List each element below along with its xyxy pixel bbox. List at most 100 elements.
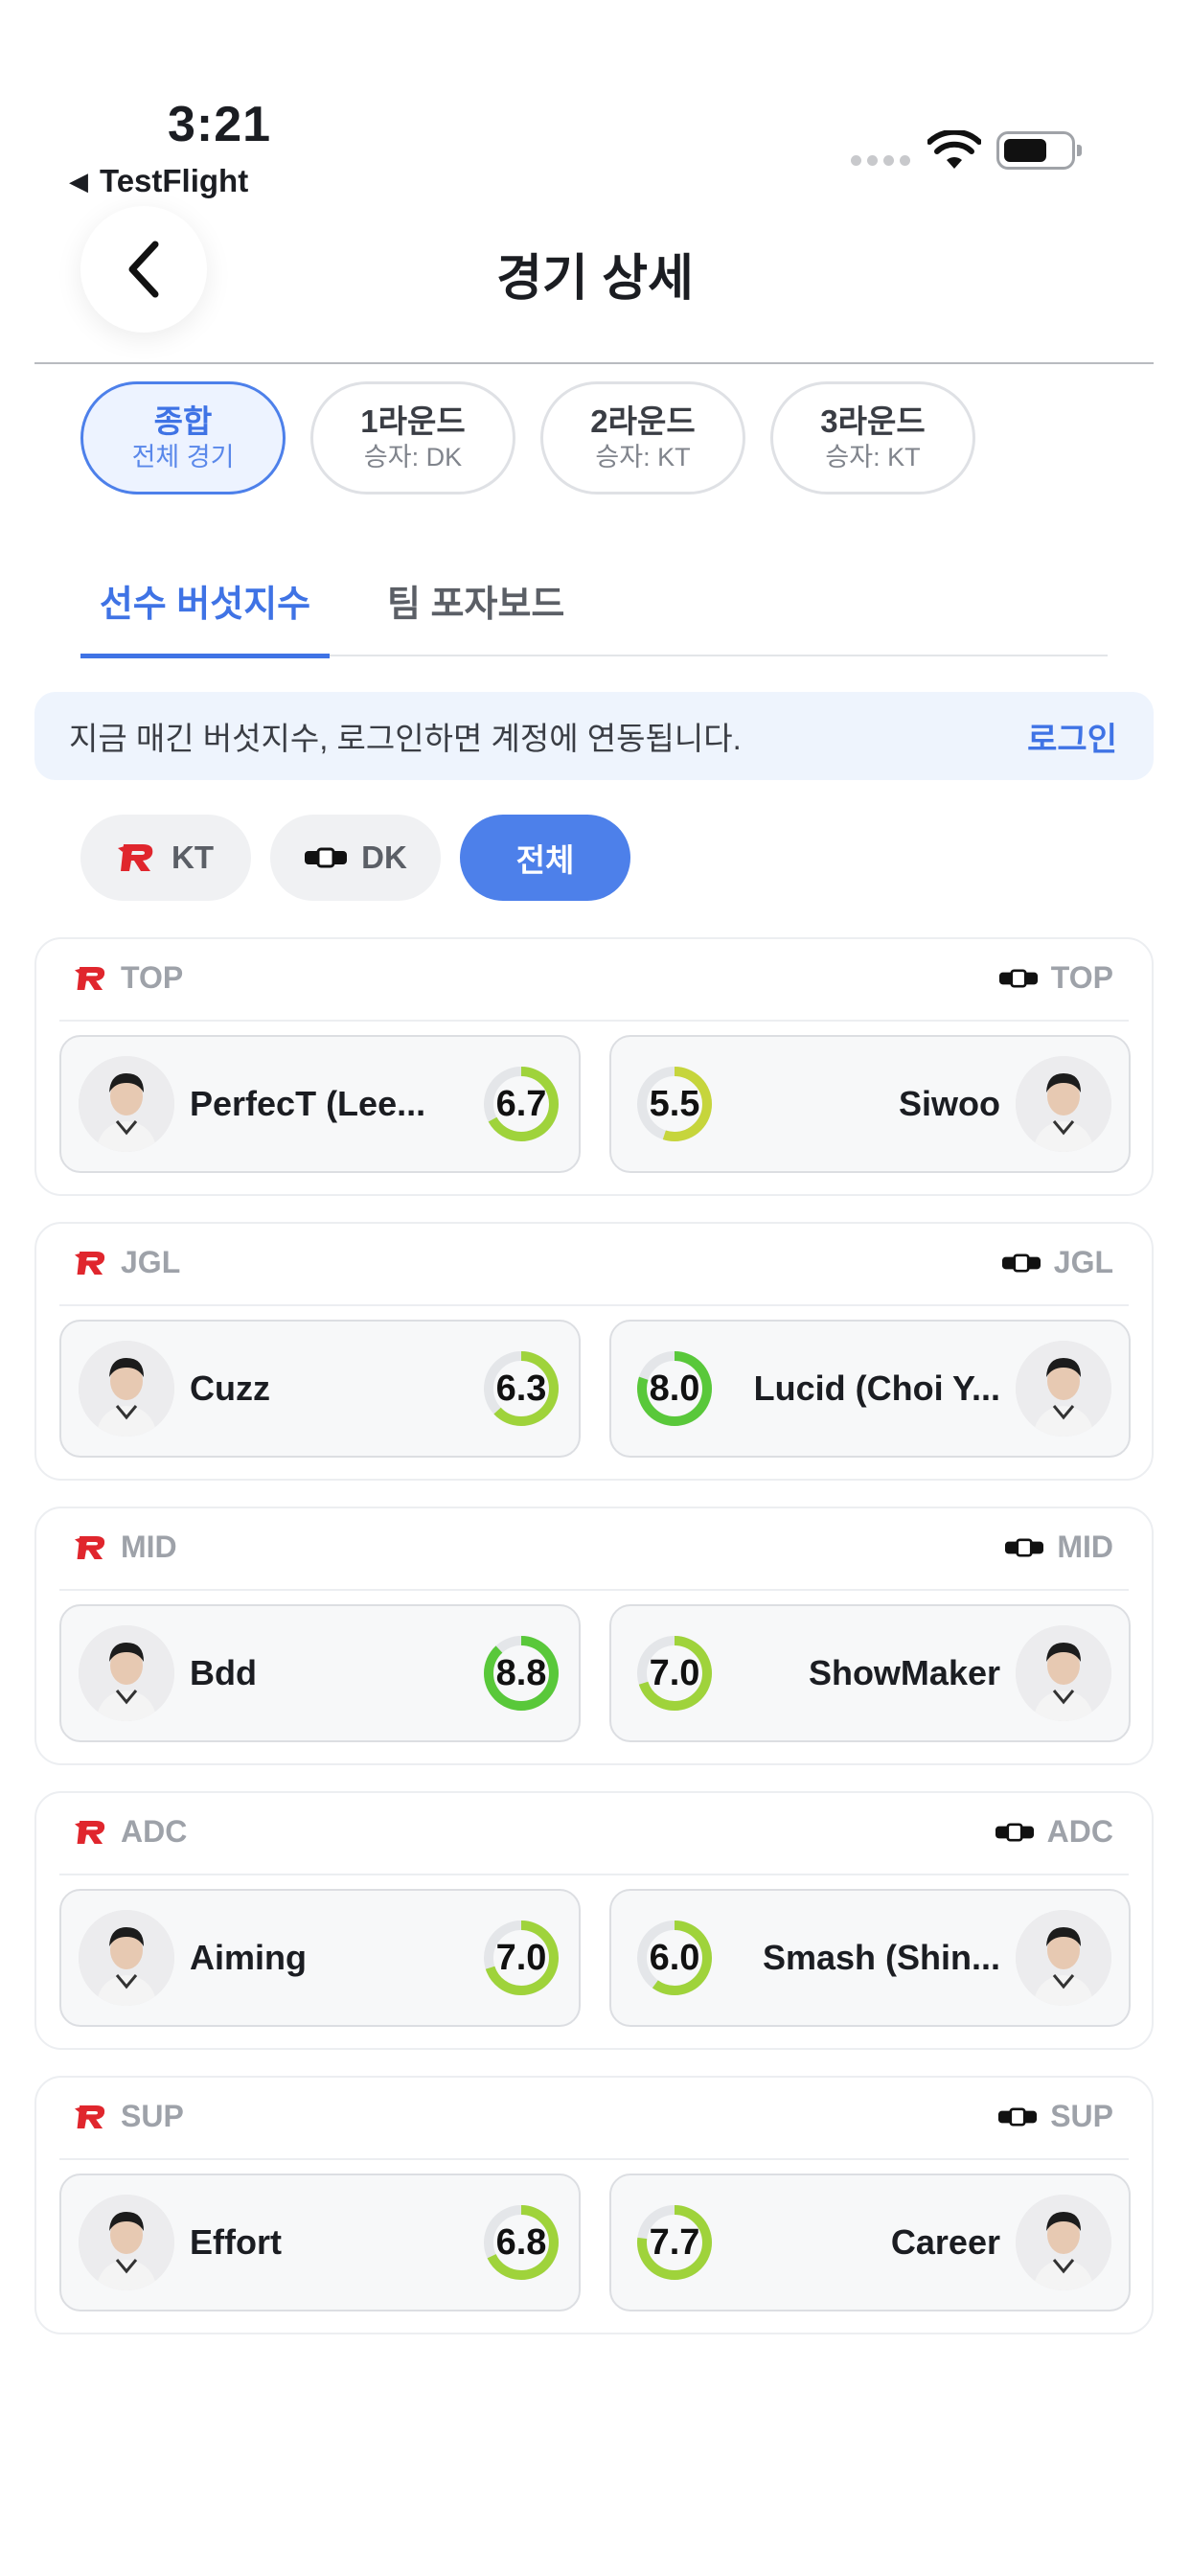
- dk-logo-icon: [995, 1822, 1034, 1842]
- dk-position-label: ADC: [994, 1814, 1113, 1850]
- position-header: ADC ADC: [36, 1793, 1152, 1874]
- round-chip-overall[interactable]: 종합 전체 경기: [80, 381, 286, 494]
- player-card-dk[interactable]: ShowMaker 7.0: [609, 1604, 1131, 1742]
- score-value: 7.0: [649, 1652, 700, 1693]
- player-card-kt[interactable]: Bdd 8.8: [59, 1604, 581, 1742]
- back-triangle-icon: ◀: [69, 166, 88, 196]
- filter-kt[interactable]: KT: [80, 815, 251, 901]
- player-name: ShowMaker: [808, 1653, 1000, 1692]
- kt-logo-icon: [75, 2104, 105, 2128]
- kt-position-label: SUP: [75, 2099, 184, 2134]
- position-name: TOP: [1050, 960, 1113, 995]
- team-filter: KT DK 전체: [80, 815, 630, 901]
- login-link[interactable]: 로그인: [1027, 713, 1117, 760]
- player-avatar: [79, 2195, 174, 2290]
- position-name: SUP: [1050, 2099, 1113, 2133]
- kt-logo-icon: [118, 844, 153, 871]
- dk-logo-icon: [1001, 1253, 1041, 1273]
- score-ring: 7.7: [634, 2202, 715, 2283]
- position-card-mid: MID MID Bdd 8.8 ShowMaker 7.0: [34, 1506, 1154, 1765]
- filter-label: KT: [172, 840, 214, 875]
- position-divider: [59, 1874, 1129, 1875]
- round-chip-2[interactable]: 2라운드 승자: KT: [540, 381, 745, 494]
- round-chip-sub: 승자: KT: [595, 443, 691, 472]
- score-value: 7.7: [649, 2221, 700, 2263]
- score-ring: 6.7: [481, 1064, 561, 1144]
- notice-message: 지금 매긴 버섯지수, 로그인하면 계정에 연동됩니다.: [69, 721, 742, 756]
- kt-logo-icon: [75, 1535, 105, 1559]
- round-chip-sub: 전체 경기: [131, 443, 235, 472]
- player-avatar: [1016, 1625, 1111, 1721]
- back-to-app-link[interactable]: ◀ TestFlight: [69, 163, 248, 199]
- player-avatar: [79, 1341, 174, 1437]
- player-name: Career: [890, 2222, 1000, 2262]
- filter-all[interactable]: 전체: [460, 815, 630, 901]
- position-card-adc: ADC ADC Aiming 7.0 Smash (Shin... 6.0: [34, 1791, 1154, 2050]
- position-divider: [59, 1020, 1129, 1022]
- player-avatar: [1016, 2195, 1111, 2290]
- position-card-top: TOP TOP PerfecT (Lee... 6.7 Siwoo 5.5: [34, 937, 1154, 1196]
- round-chip-1[interactable]: 1라운드 승자: DK: [310, 381, 515, 494]
- kt-logo-icon: [75, 1251, 105, 1275]
- kt-position-label: MID: [75, 1530, 177, 1565]
- filter-label: 전체: [515, 842, 575, 878]
- player-card-dk[interactable]: Lucid (Choi Y... 8.0: [609, 1320, 1131, 1458]
- dk-logo-icon: [305, 847, 348, 868]
- score-ring: 7.0: [634, 1633, 715, 1714]
- player-name: Aiming: [190, 1938, 307, 1977]
- score-value: 8.0: [649, 1368, 700, 1409]
- player-avatar: [1016, 1056, 1111, 1152]
- kt-position-label: TOP: [75, 960, 183, 996]
- score-value: 6.8: [495, 2221, 547, 2263]
- position-name: SUP: [121, 2099, 184, 2133]
- battery-icon: [996, 131, 1082, 170]
- score-value: 6.7: [495, 1083, 547, 1124]
- dk-logo-icon: [1005, 1537, 1044, 1557]
- player-card-kt[interactable]: Aiming 7.0: [59, 1889, 581, 2027]
- round-chip-title: 종합: [153, 403, 213, 439]
- player-card-kt[interactable]: Cuzz 6.3: [59, 1320, 581, 1458]
- player-card-dk[interactable]: Career 7.7: [609, 2174, 1131, 2312]
- wifi-icon: [927, 130, 981, 169]
- filter-dk[interactable]: DK: [270, 815, 441, 901]
- status-time: 3:21: [168, 97, 272, 152]
- player-card-dk[interactable]: Smash (Shin... 6.0: [609, 1889, 1131, 2027]
- player-name: Bdd: [190, 1653, 257, 1692]
- kt-position-label: ADC: [75, 1814, 187, 1850]
- score-ring: 8.8: [481, 1633, 561, 1714]
- kt-logo-icon: [75, 966, 105, 990]
- dk-position-label: TOP: [997, 960, 1113, 996]
- tab-team-board[interactable]: 팀 포자보드: [387, 561, 564, 656]
- score-ring: 8.0: [634, 1348, 715, 1429]
- position-name: JGL: [1053, 1245, 1113, 1279]
- round-chip-title: 2라운드: [590, 403, 696, 439]
- player-avatar: [1016, 1910, 1111, 2006]
- player-card-dk[interactable]: Siwoo 5.5: [609, 1035, 1131, 1173]
- round-chip-title: 3라운드: [820, 403, 926, 439]
- page-title: 경기 상세: [496, 251, 694, 307]
- round-chip-sub: 승자: KT: [825, 443, 921, 472]
- tab-player-index[interactable]: 선수 버섯지수: [80, 561, 330, 658]
- position-name: ADC: [1046, 1814, 1113, 1849]
- score-ring: 5.5: [634, 1064, 715, 1144]
- position-card-jgl: JGL JGL Cuzz 6.3 Lucid (Choi Y... 8.0: [34, 1222, 1154, 1481]
- back-app-label: TestFlight: [100, 163, 249, 198]
- player-avatar: [79, 1056, 174, 1152]
- position-card-sup: SUP SUP Effort 6.8 Career 7.7: [34, 2076, 1154, 2334]
- position-name: ADC: [121, 1814, 188, 1849]
- round-chip-3[interactable]: 3라운드 승자: KT: [770, 381, 975, 494]
- player-name: Lucid (Choi Y...: [753, 1368, 1000, 1408]
- player-card-kt[interactable]: PerfecT (Lee... 6.7: [59, 1035, 581, 1173]
- position-name: JGL: [121, 1245, 181, 1279]
- dk-logo-icon: [998, 968, 1038, 988]
- player-card-kt[interactable]: Effort 6.8: [59, 2174, 581, 2312]
- score-value: 6.3: [495, 1368, 547, 1409]
- player-name: Cuzz: [190, 1368, 270, 1408]
- kt-logo-icon: [75, 1820, 105, 1844]
- score-ring: 6.3: [481, 1348, 561, 1429]
- position-header: JGL JGL: [36, 1224, 1152, 1304]
- status-bar: 3:21 ◀ TestFlight: [0, 0, 1190, 198]
- player-avatar: [1016, 1341, 1111, 1437]
- cellular-signal-icon: [851, 155, 910, 166]
- dk-logo-icon: [998, 2106, 1038, 2127]
